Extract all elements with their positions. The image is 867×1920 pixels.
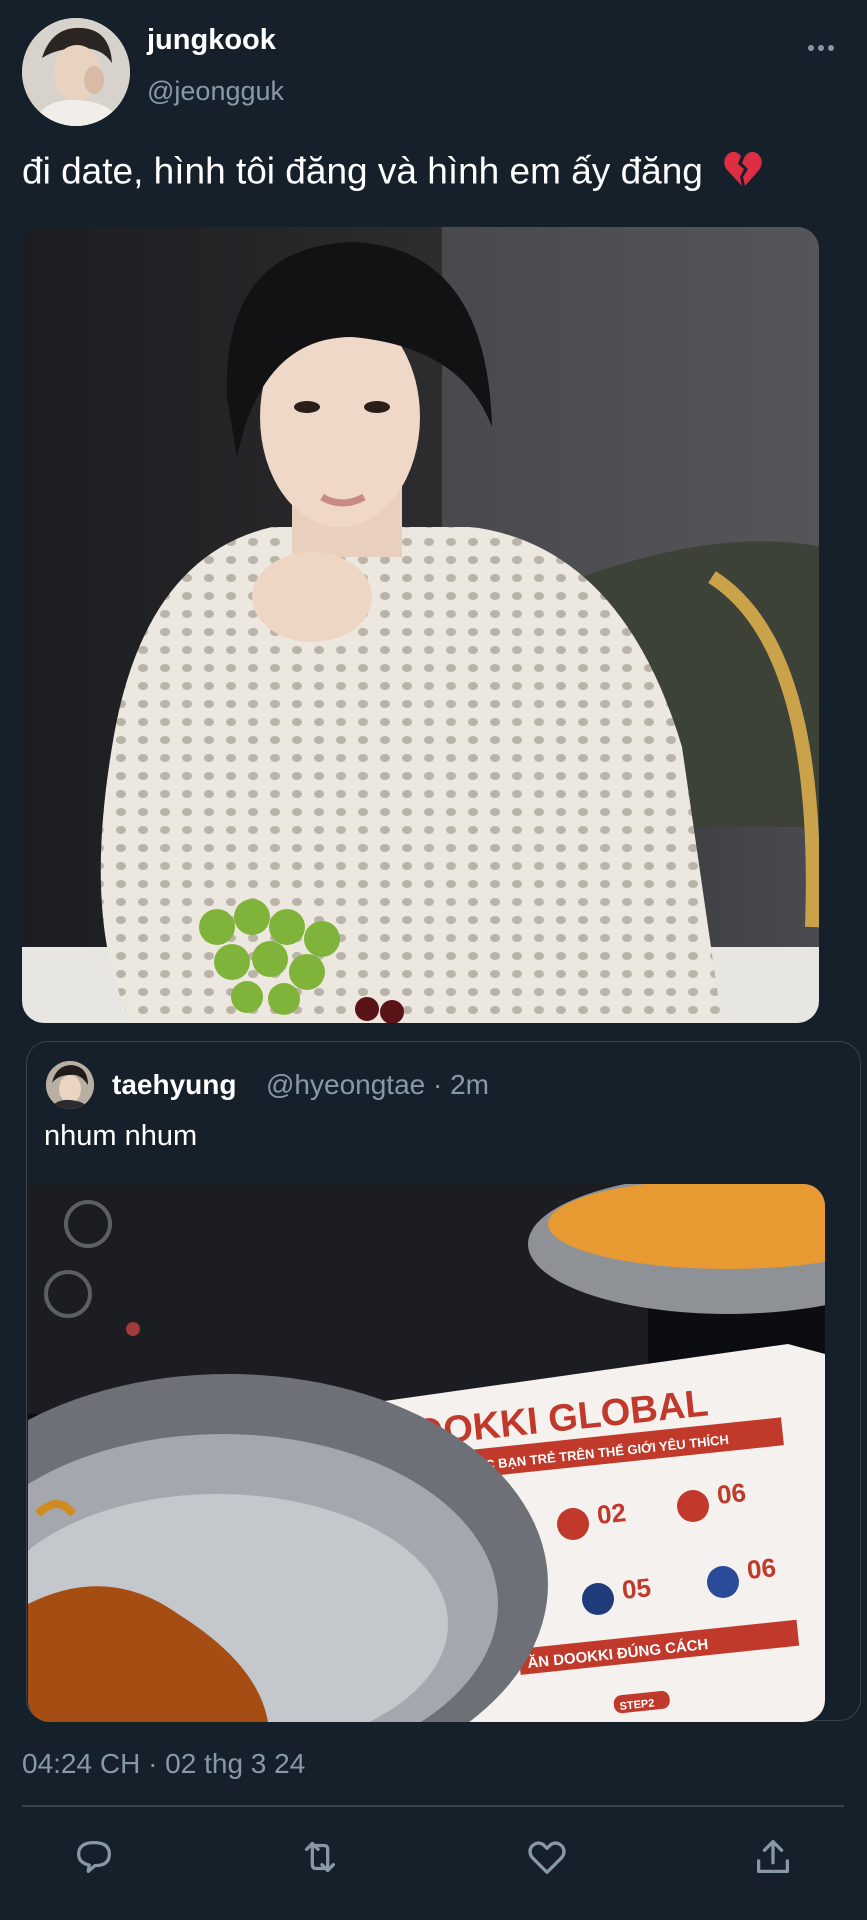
quoted-author-name[interactable]: taehyung (112, 1069, 236, 1101)
reply-icon[interactable] (71, 1834, 117, 1880)
menu-number-3: 06 (715, 1477, 747, 1510)
broken-heart-icon (723, 150, 763, 197)
quoted-photo[interactable]: DOOKKI GLOBAL ĐƯỢC CÁC BẠN TRẺ TRÊN THẾ … (28, 1184, 825, 1722)
quoted-text: nhum nhum (44, 1120, 198, 1152)
meta-separator: · (433, 1069, 451, 1100)
tweet-text-body: đi date, hình tôi đăng và hình em ấy đăn… (22, 150, 703, 192)
author-name[interactable]: jungkook (147, 24, 276, 57)
quoted-meta[interactable]: @hyeongtae · 2m (266, 1069, 489, 1101)
like-icon[interactable] (524, 1834, 570, 1880)
menu-number-2: 02 (595, 1497, 627, 1530)
more-options-icon[interactable] (808, 38, 842, 62)
quoted-author-handle[interactable]: @hyeongtae (266, 1069, 425, 1100)
divider (22, 1805, 844, 1807)
tweet-photo[interactable] (22, 227, 819, 1023)
author-handle[interactable]: @jeongguk (147, 76, 284, 107)
quoted-time: 2m (450, 1069, 490, 1100)
share-icon[interactable] (750, 1834, 796, 1880)
menu-number-6: 06 (745, 1552, 777, 1585)
tweet-text: đi date, hình tôi đăng và hình em ấy đăn… (22, 150, 763, 197)
quoted-author-avatar[interactable] (46, 1061, 94, 1109)
tweet-timestamp[interactable]: 04:24 CH · 02 thg 3 24 (22, 1748, 305, 1780)
author-avatar[interactable] (22, 18, 130, 126)
retweet-icon[interactable] (297, 1834, 343, 1880)
menu-number-5: 05 (620, 1572, 652, 1605)
